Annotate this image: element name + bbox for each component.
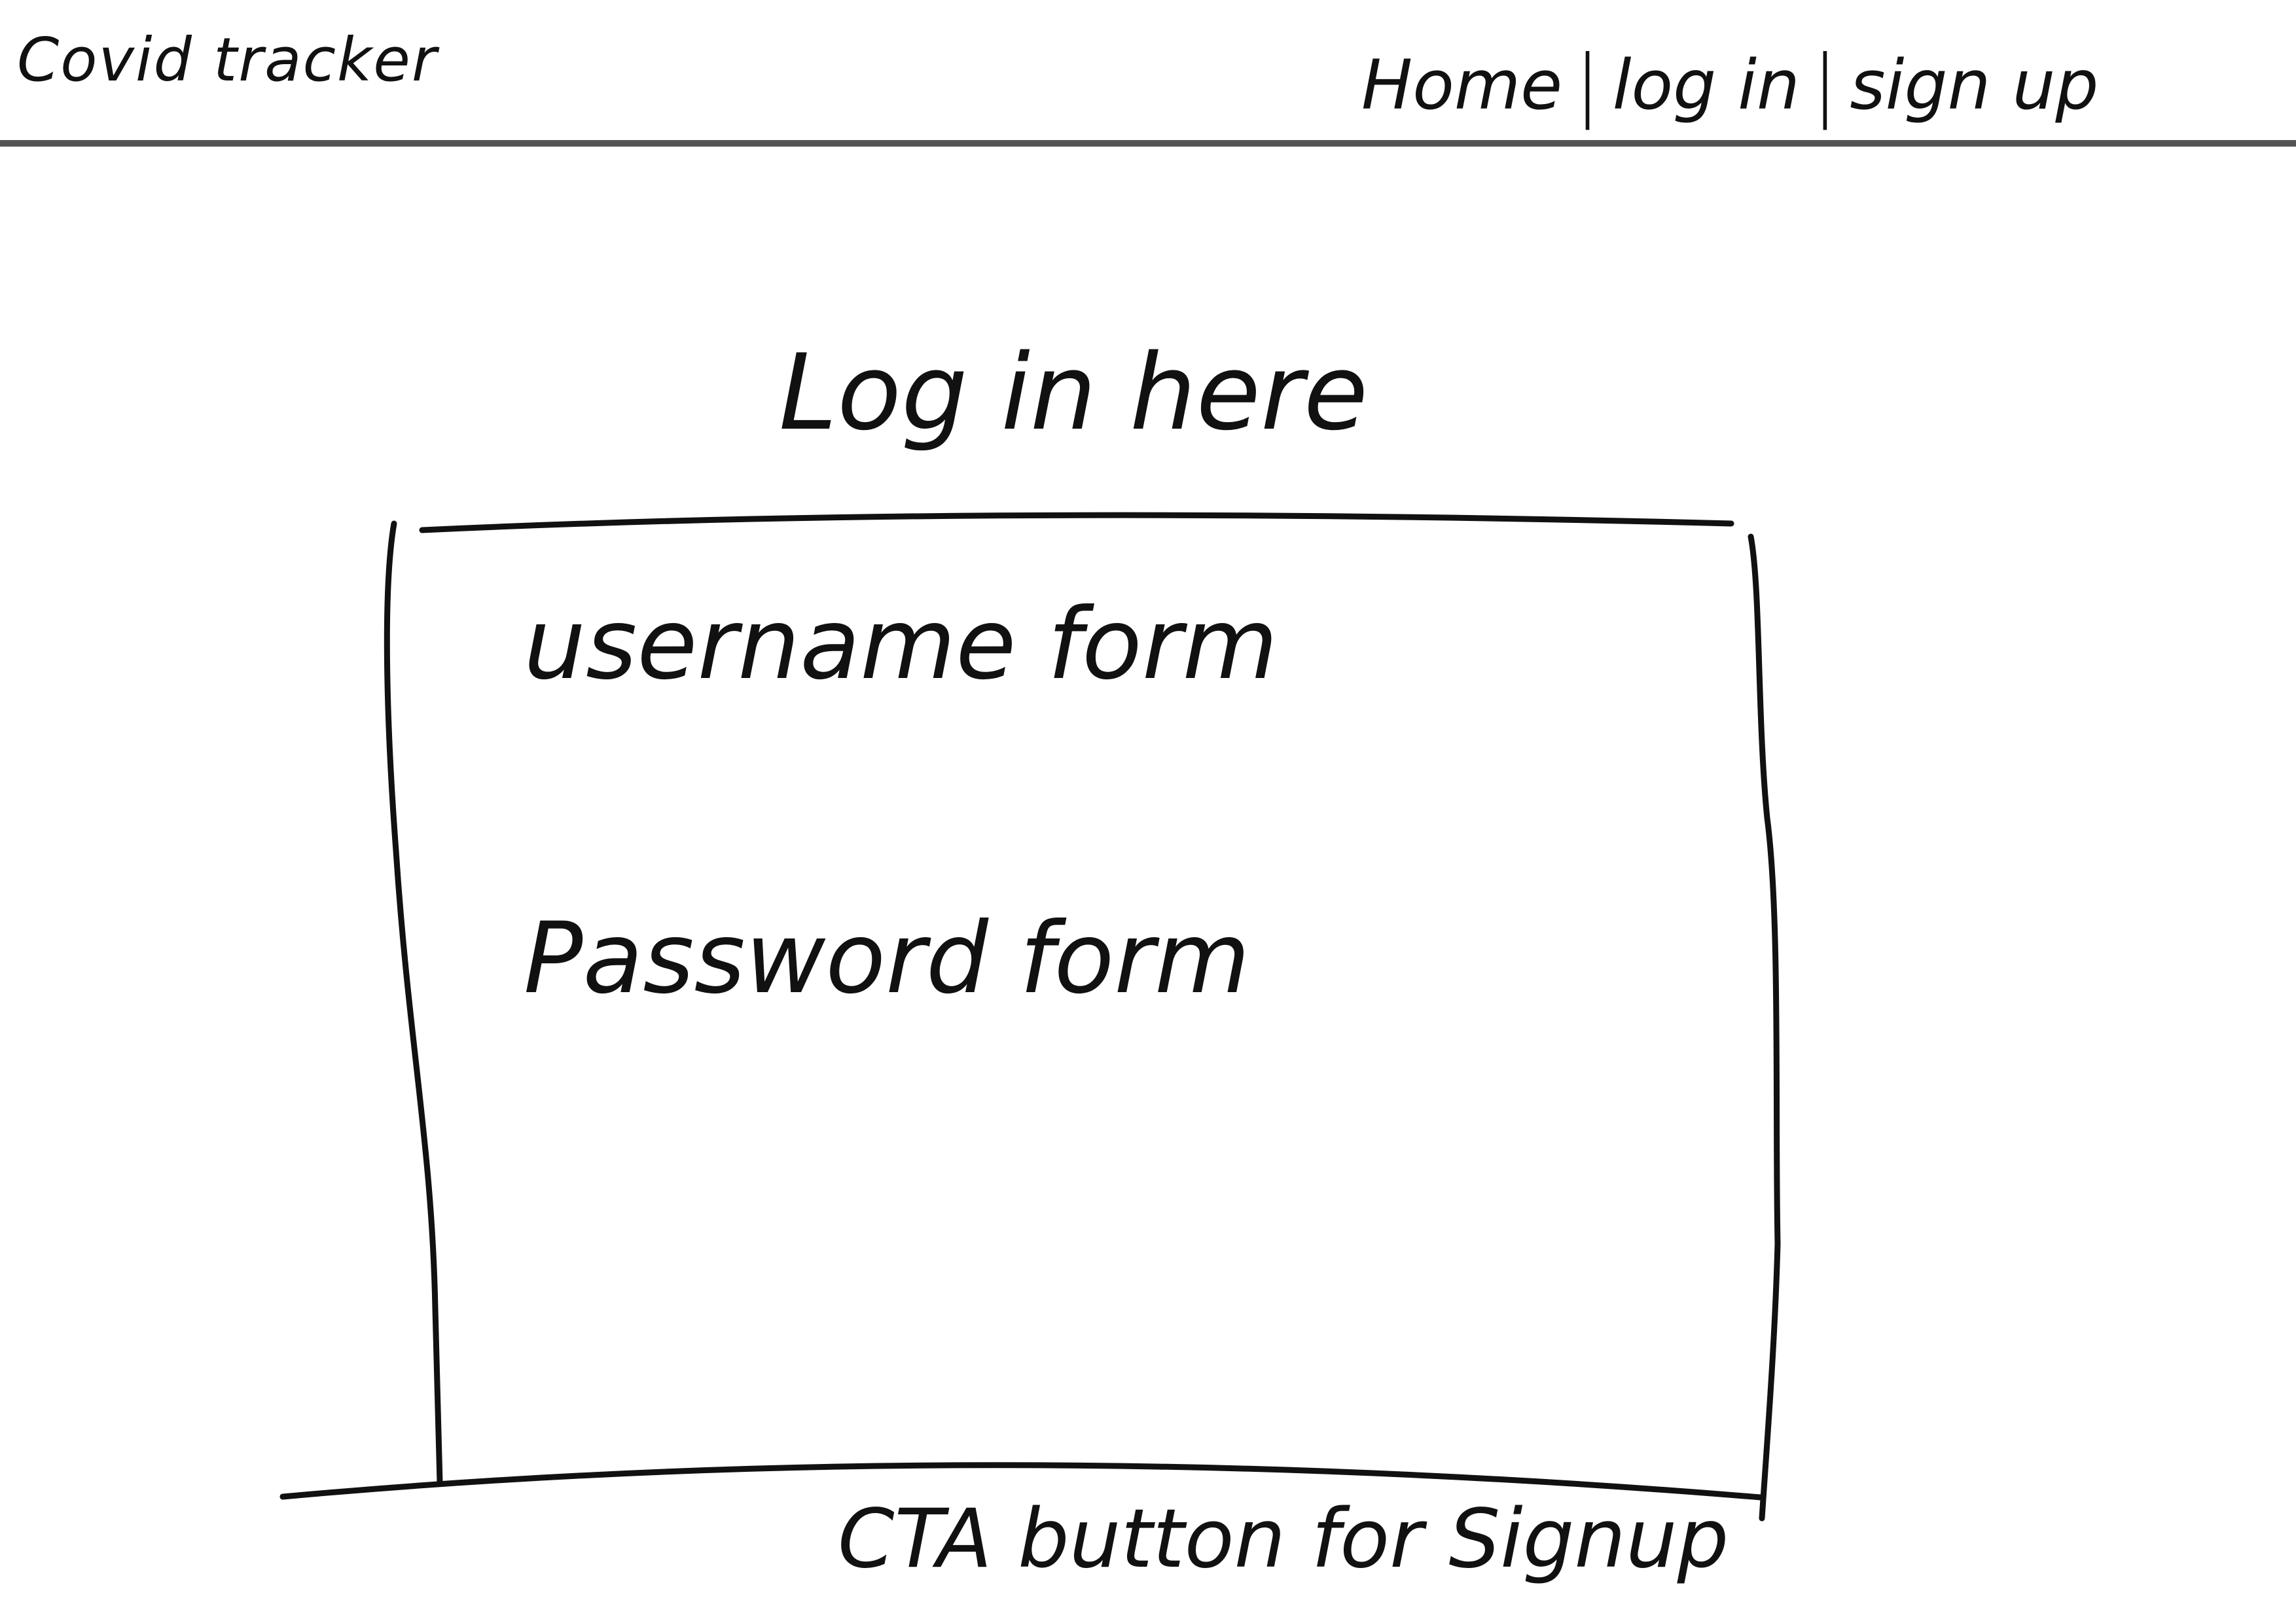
- brand-logo-text[interactable]: Covid tracker: [17, 30, 438, 90]
- nav-separator: |: [1574, 39, 1601, 130]
- nav-separator: |: [1811, 39, 1839, 130]
- login-form-box: username form Password form: [0, 0, 2296, 1623]
- nav-link-login[interactable]: log in: [1613, 45, 1800, 125]
- header-divider: [0, 140, 2296, 147]
- login-form-border: [279, 512, 1781, 1522]
- top-nav: Home | log in | sign up: [1361, 39, 2098, 130]
- nav-link-signup[interactable]: sign up: [1850, 45, 2098, 125]
- signup-cta-button[interactable]: CTA button for Signup: [838, 1499, 1729, 1580]
- password-field[interactable]: Password form: [524, 910, 1250, 1008]
- page-title: Log in here: [779, 331, 1369, 454]
- username-field[interactable]: username form: [524, 596, 1278, 694]
- nav-link-home[interactable]: Home: [1361, 45, 1562, 125]
